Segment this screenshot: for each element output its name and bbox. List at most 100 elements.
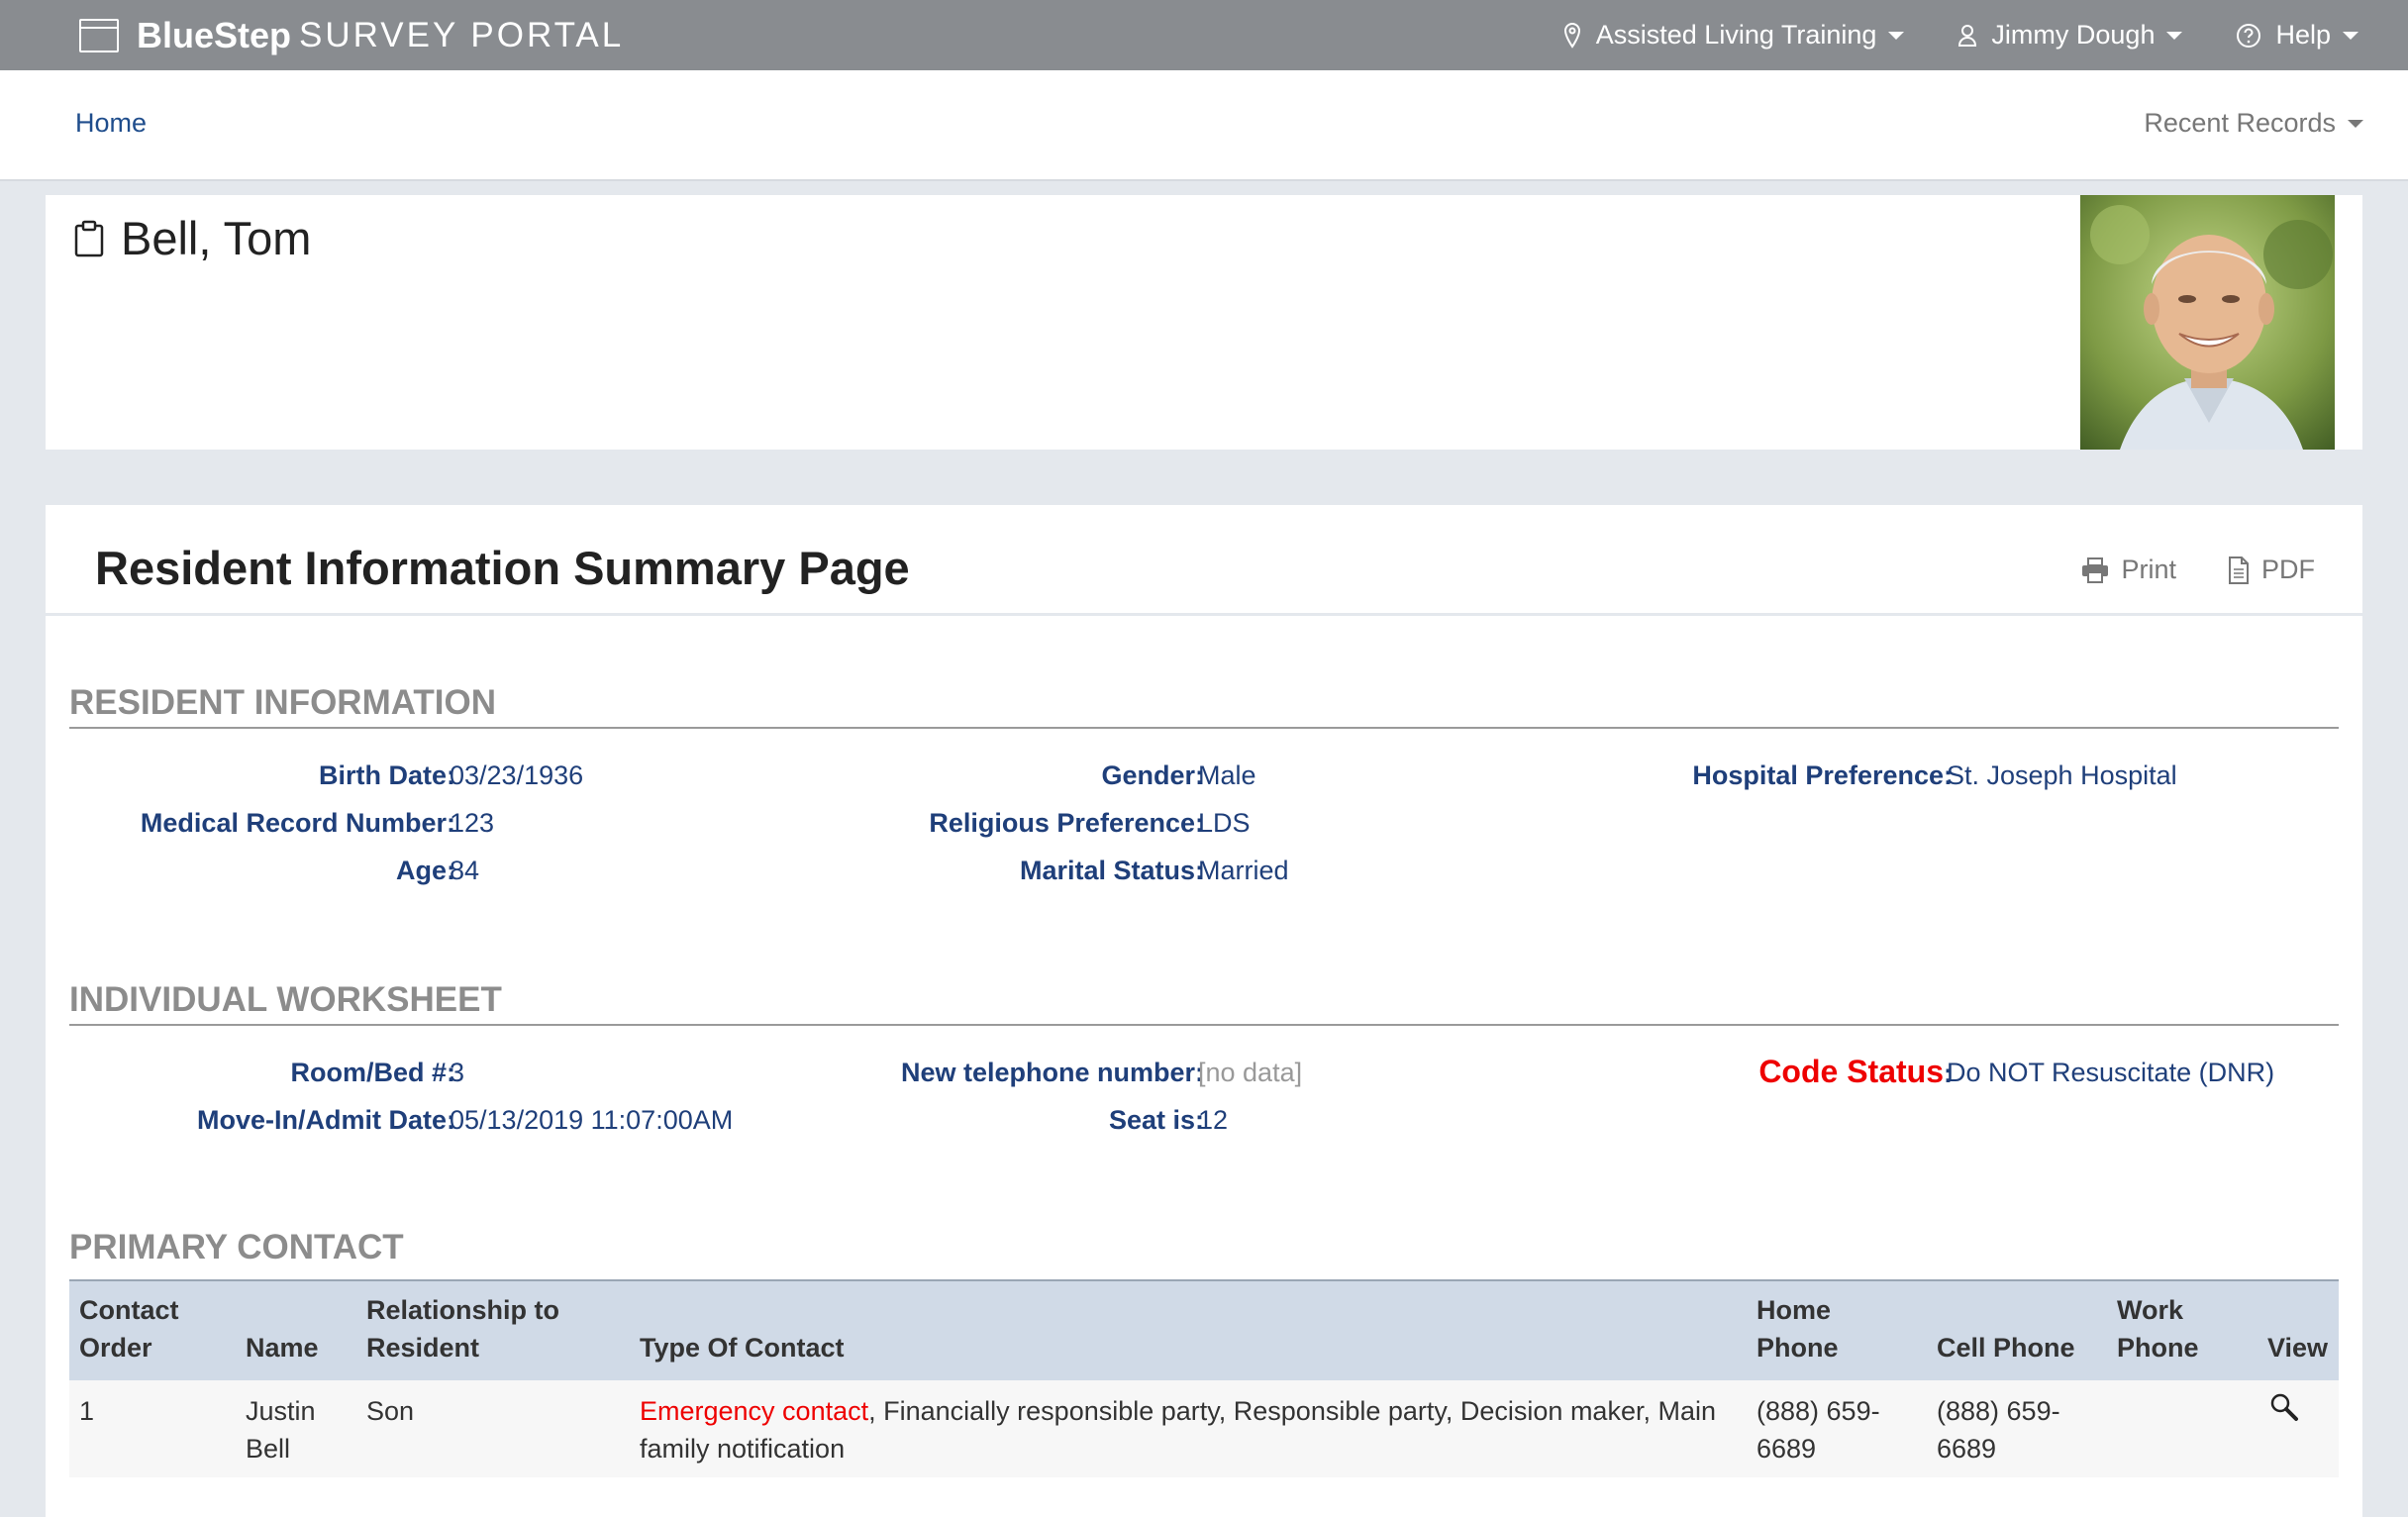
cell-work-phone bbox=[2107, 1380, 2258, 1477]
col-type: Type Of Contact bbox=[630, 1279, 1747, 1380]
print-button[interactable]: Print bbox=[2081, 555, 2176, 585]
col-relationship-line1: Relationship to bbox=[366, 1295, 559, 1325]
birth-date-label: Birth Date: bbox=[318, 760, 455, 790]
clipboard-icon bbox=[74, 220, 104, 256]
user-dropdown[interactable]: Jimmy Dough bbox=[1957, 20, 2183, 51]
cell-phone-line2: 6689 bbox=[1937, 1434, 1997, 1464]
religion-label: Religious Preference: bbox=[929, 808, 1204, 838]
col-work-phone-line2: Phone bbox=[2117, 1333, 2199, 1363]
col-relationship-line2: Resident bbox=[366, 1333, 480, 1363]
home-link[interactable]: Home bbox=[75, 108, 147, 139]
magnifier-icon bbox=[2270, 1393, 2298, 1421]
chevron-down-icon bbox=[2348, 119, 2363, 128]
worksheet-heading: INDIVIDUAL WORKSHEET bbox=[69, 980, 2339, 1026]
recent-records-label: Recent Records bbox=[2144, 108, 2336, 138]
room-label: Room/Bed #: bbox=[290, 1058, 455, 1087]
phone-value: [no data] bbox=[1198, 1058, 1303, 1087]
movein-label: Move-In/Admit Date: bbox=[196, 1105, 455, 1135]
home-phone-line2: 6689 bbox=[1756, 1434, 1817, 1464]
col-relationship: Relationship to Resident bbox=[356, 1279, 630, 1380]
help-label: Help bbox=[2275, 20, 2331, 50]
religion-value: LDS bbox=[1198, 808, 1251, 838]
brand-subtitle: SURVEY PORTAL bbox=[299, 15, 625, 54]
chevron-down-icon bbox=[1888, 31, 1905, 40]
divider bbox=[46, 613, 2362, 616]
cell-relationship: Son bbox=[356, 1380, 630, 1477]
col-home-phone: Home Phone bbox=[1747, 1279, 1927, 1380]
gender-label: Gender: bbox=[1101, 760, 1204, 790]
cell-name-last: Bell bbox=[246, 1434, 291, 1464]
cell-name-first: Justin bbox=[246, 1396, 316, 1426]
cell-cell-phone: (888) 659- 6689 bbox=[1927, 1380, 2107, 1477]
cell-phone-line1: (888) 659- bbox=[1937, 1396, 2060, 1426]
col-contact-order-line2: Order bbox=[79, 1333, 152, 1363]
age-label: Age: bbox=[396, 856, 455, 885]
resident-header: Bell, Tom bbox=[46, 195, 2362, 450]
help-circle-icon bbox=[2237, 23, 2261, 48]
printer-icon bbox=[2082, 556, 2109, 583]
user-name: Jimmy Dough bbox=[1991, 20, 2156, 50]
sub-nav: Home Recent Records bbox=[0, 70, 2408, 181]
top-nav: Assisted Living Training Jimmy Dough Hel… bbox=[1509, 0, 2358, 70]
hospital-label: Hospital Preference: bbox=[1692, 760, 1953, 790]
summary-card: Resident Information Summary Page Print … bbox=[46, 505, 2362, 1517]
col-name: Name bbox=[236, 1279, 356, 1380]
movein-value: 05/13/2019 11:07:00AM bbox=[450, 1105, 734, 1135]
code-status-label: Code Status: bbox=[1758, 1054, 1953, 1090]
recent-records-dropdown[interactable]: Recent Records bbox=[2144, 108, 2363, 139]
cell-order: 1 bbox=[69, 1380, 236, 1477]
contacts-table: Contact Order Name Relationship to Residen… bbox=[69, 1279, 2339, 1477]
chevron-down-icon bbox=[2343, 31, 2358, 40]
col-cell-phone: Cell Phone bbox=[1927, 1279, 2107, 1380]
gender-value: Male bbox=[1198, 760, 1256, 790]
col-work-phone: Work Phone bbox=[2107, 1279, 2258, 1380]
brand-logo[interactable]: BlueStep SURVEY PORTAL bbox=[79, 0, 624, 70]
age-value: 84 bbox=[450, 856, 480, 885]
page-title: Resident Information Summary Page bbox=[95, 542, 910, 594]
col-work-phone-line1: Work bbox=[2117, 1295, 2184, 1325]
pdf-label: PDF bbox=[2261, 555, 2315, 584]
seat-value: 12 bbox=[1198, 1105, 1229, 1135]
table-header-row: Contact Order Name Relationship to Residen… bbox=[69, 1279, 2339, 1380]
help-dropdown[interactable]: Help bbox=[2236, 20, 2358, 51]
emergency-contact-tag: Emergency contact bbox=[640, 1396, 869, 1426]
col-contact-order: Contact Order bbox=[69, 1279, 236, 1380]
phone-label: New telephone number: bbox=[900, 1058, 1204, 1087]
cell-type: Emergency contact, Financially responsib… bbox=[630, 1380, 1747, 1477]
top-bar: BlueStep SURVEY PORTAL Assisted Living T… bbox=[0, 0, 2408, 70]
document-icon bbox=[2229, 556, 2249, 584]
print-label: Print bbox=[2121, 555, 2176, 584]
cell-view bbox=[2258, 1380, 2339, 1477]
chevron-down-icon bbox=[2166, 31, 2183, 40]
hospital-value: St. Joseph Hospital bbox=[1947, 760, 2177, 790]
table-row: 1 Justin Bell Son Emergency contact, Fina… bbox=[69, 1380, 2339, 1477]
col-view: View bbox=[2258, 1279, 2339, 1380]
seat-label: Seat is: bbox=[1108, 1105, 1204, 1135]
code-status-value: Do NOT Resuscitate (DNR) bbox=[1947, 1058, 2275, 1087]
mrn-label: Medical Record Number: bbox=[140, 808, 455, 838]
map-pin-icon bbox=[1563, 22, 1580, 49]
home-phone-line1: (888) 659- bbox=[1756, 1396, 1880, 1426]
page-actions: Print PDF bbox=[2030, 555, 2315, 585]
primary-contact-heading: PRIMARY CONTACT bbox=[69, 1228, 404, 1266]
resident-name-row: Bell, Tom bbox=[73, 211, 311, 265]
location-dropdown[interactable]: Assisted Living Training bbox=[1562, 20, 1905, 51]
cell-name: Justin Bell bbox=[236, 1380, 356, 1477]
birth-date-value: 03/23/1936 bbox=[450, 760, 584, 790]
marital-label: Marital Status: bbox=[1019, 856, 1204, 885]
room-value: 3 bbox=[450, 1058, 465, 1087]
col-contact-order-line1: Contact bbox=[79, 1295, 179, 1325]
mrn-value: 123 bbox=[450, 808, 495, 838]
window-icon bbox=[79, 18, 119, 52]
user-icon bbox=[1958, 24, 1977, 47]
cell-home-phone: (888) 659- 6689 bbox=[1747, 1380, 1927, 1477]
pdf-button[interactable]: PDF bbox=[2228, 555, 2315, 585]
marital-value: Married bbox=[1198, 856, 1289, 885]
resident-photo bbox=[2080, 195, 2335, 450]
resident-info-heading: RESIDENT INFORMATION bbox=[69, 683, 2339, 729]
code-status-label-text: Code Status bbox=[1758, 1054, 1944, 1089]
location-label: Assisted Living Training bbox=[1595, 20, 1877, 50]
resident-name: Bell, Tom bbox=[121, 212, 312, 264]
view-button[interactable] bbox=[2267, 1392, 2299, 1432]
brand-name: BlueStep bbox=[137, 14, 292, 55]
